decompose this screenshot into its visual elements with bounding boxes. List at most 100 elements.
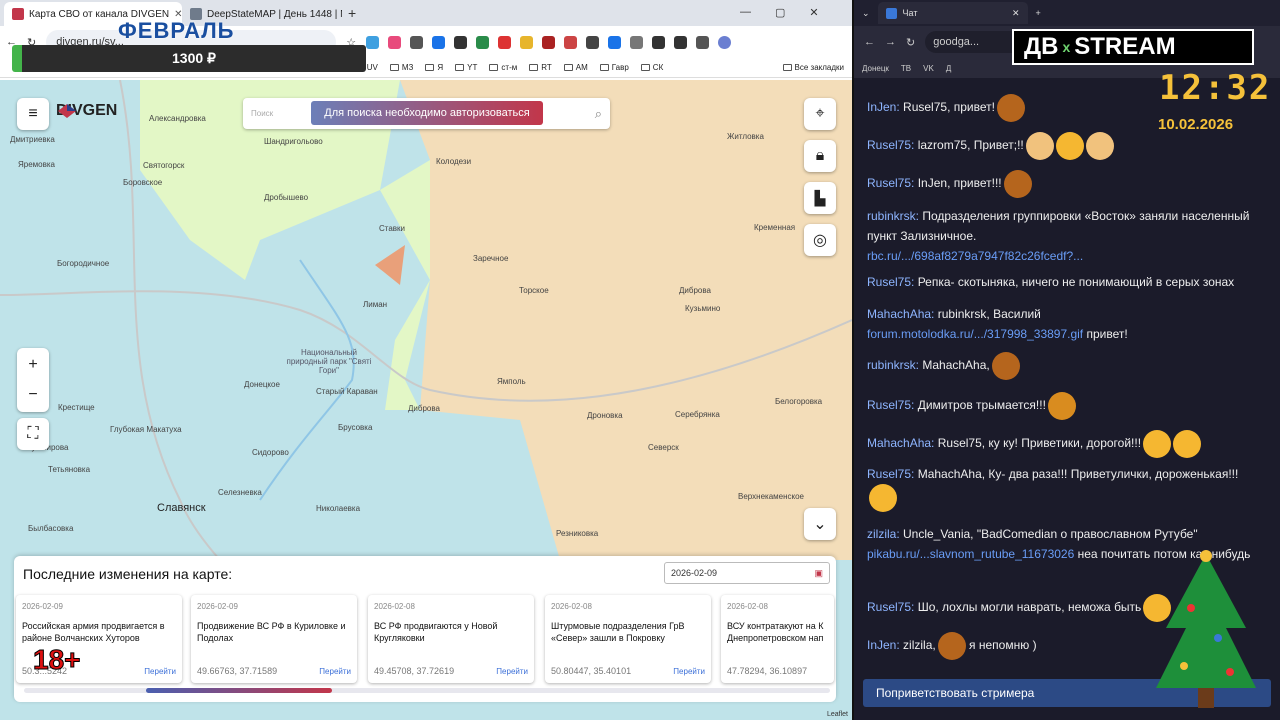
expand-panel-button[interactable]: ⌄ — [804, 508, 836, 540]
bookmark[interactable]: АМ — [563, 63, 588, 72]
map-view[interactable]: Александровка Дмитриевка Шандригольово К… — [0, 80, 852, 720]
stream-clock: 12:32 — [1159, 68, 1272, 108]
all-bookmarks[interactable]: Все закладки — [782, 63, 844, 72]
maximize-icon[interactable]: ▢ — [775, 6, 785, 19]
bookmark[interactable]: МЗ — [389, 63, 413, 72]
bookmark[interactable]: VK — [923, 64, 934, 73]
back-icon[interactable]: ← — [864, 36, 875, 48]
bookmark[interactable]: Гавр — [599, 63, 629, 72]
divgen-logo-icon — [58, 104, 76, 118]
reload-icon[interactable]: ↻ — [906, 36, 915, 49]
christmas-tree-icon — [1156, 550, 1256, 708]
chat-link[interactable]: pikabu.ru/...slavnom_rutube_11673026 — [867, 547, 1074, 561]
card-date: 2026-02-08 — [374, 602, 415, 611]
chat-username[interactable]: Rusel75: — [867, 600, 914, 614]
fullscreen-button[interactable]: ⛶ — [17, 418, 49, 450]
extension-icon[interactable] — [608, 35, 622, 49]
horizontal-scrollbar[interactable] — [24, 688, 830, 693]
chat-username[interactable]: Rusel75: — [867, 398, 914, 412]
chat-username[interactable]: zilzila: — [867, 527, 900, 541]
chat-text: MahachAha, Ку- два раза!!! Приветулички,… — [914, 467, 1239, 481]
auth-required-button[interactable]: Для поиска необходимо авторизоваться — [311, 101, 543, 125]
extension-icon[interactable] — [498, 35, 512, 49]
zoom-out-button[interactable]: − — [28, 386, 37, 404]
chat-username[interactable]: rubinkrsk: — [867, 209, 919, 223]
scrollbar-thumb[interactable] — [146, 688, 332, 693]
emoji-icon — [991, 352, 1020, 380]
target-button[interactable]: ◎ — [804, 224, 836, 256]
search-icon[interactable]: ⌕ — [595, 106, 602, 122]
chat-username[interactable]: Rusel75: — [867, 467, 914, 481]
chat-username[interactable]: Rusel75: — [867, 176, 914, 190]
change-card[interactable]: 2026-02-08 Штурмовые подразделения ГрВ «… — [545, 595, 711, 683]
bookmark[interactable]: Я — [425, 63, 443, 72]
puzzle-icon[interactable] — [630, 35, 644, 49]
extension-icon[interactable] — [542, 35, 556, 49]
ruler-button[interactable]: ▙ — [804, 182, 836, 214]
attribution[interactable]: Leaflet — [827, 711, 848, 718]
chat-username[interactable]: InJen: — [867, 100, 900, 114]
card-go-link[interactable]: Перейти — [496, 667, 528, 676]
changes-panel: Последние изменения на карте: 2026-02-09… — [14, 556, 836, 702]
bookmark[interactable]: Донецк — [862, 64, 889, 73]
date-picker[interactable]: 2026-02-09 ▣ — [664, 562, 830, 584]
extension-icon[interactable] — [432, 35, 446, 49]
card-go-link[interactable]: Перейти — [673, 667, 705, 676]
emoji-icon — [1025, 132, 1054, 160]
lock-button[interactable]: 🔒︎ — [804, 140, 836, 172]
goodgame-favicon — [885, 7, 897, 19]
chat-username[interactable]: MahachAha: — [867, 307, 934, 321]
bookmark[interactable]: YT — [455, 63, 477, 72]
bookmark[interactable]: ТВ — [901, 64, 911, 73]
tab-chat[interactable]: Чат ✕ — [877, 2, 1028, 24]
extension-icon[interactable] — [674, 35, 688, 49]
new-tab-icon[interactable]: + — [348, 5, 356, 21]
extension-icon[interactable] — [454, 35, 468, 49]
bookmark[interactable]: ст-м — [489, 63, 517, 72]
chat-username[interactable]: Rusel75: — [867, 138, 914, 152]
bookmark[interactable]: Д — [946, 64, 951, 73]
place-label: Александровка — [149, 114, 206, 123]
chat-text: lazrom75, Привет;!! — [914, 138, 1024, 153]
location-button[interactable]: ⌖ — [804, 98, 836, 130]
change-card[interactable]: 2026-02-08 ВС РФ продвигаются у Новой Кр… — [368, 595, 534, 683]
chat-text: Uncle_Vania, "BadComedian о православном… — [899, 527, 1198, 541]
tab-menu-icon[interactable]: ⌄ — [862, 8, 870, 19]
extension-icon[interactable] — [388, 35, 402, 49]
extension-icon[interactable] — [366, 35, 380, 49]
bookmark[interactable]: RT — [529, 63, 552, 72]
brand-right: STREAM — [1074, 33, 1176, 60]
change-card[interactable]: 2026-02-08 ВСУ контратакуют на К Днепроп… — [721, 595, 834, 683]
extension-icon[interactable] — [476, 35, 490, 49]
minimize-icon[interactable]: — — [740, 6, 751, 19]
zoom-in-button[interactable]: + — [28, 356, 37, 374]
menu-button[interactable]: ≡ — [17, 98, 49, 130]
month-overlay: ФЕВРАЛЬ — [118, 18, 235, 43]
calendar-icon[interactable]: ▣ — [814, 568, 823, 579]
place-label: Тетьяновка — [48, 465, 91, 474]
new-tab-icon[interactable]: + — [1036, 8, 1041, 18]
forward-icon[interactable]: → — [885, 36, 896, 48]
chat-username[interactable]: InJen: — [867, 638, 900, 652]
extension-icon[interactable] — [564, 35, 578, 49]
extension-icon[interactable] — [652, 35, 666, 49]
extension-icon[interactable] — [520, 35, 534, 49]
close-window-icon[interactable]: ✕ — [809, 6, 818, 19]
fullscreen-icon: ⛶ — [27, 425, 39, 442]
card-go-link[interactable]: Перейти — [144, 667, 176, 676]
chat-message: rubinkrsk: MahachAha, — [867, 352, 1267, 380]
close-icon[interactable]: ✕ — [1012, 8, 1020, 19]
extension-icon[interactable] — [696, 35, 710, 49]
extension-icon[interactable] — [410, 35, 424, 49]
chat-link[interactable]: forum.motolodka.ru/.../317998_33897.gif — [867, 327, 1083, 341]
search-box[interactable]: Поиск Для поиска необходимо авторизовать… — [243, 98, 610, 129]
chat-username[interactable]: MahachAha: — [867, 436, 934, 450]
extension-icon[interactable] — [586, 35, 600, 49]
bookmark[interactable]: СК — [640, 63, 663, 72]
card-go-link[interactable]: Перейти — [319, 667, 351, 676]
chat-username[interactable]: Rusel75: — [867, 275, 914, 289]
change-card[interactable]: 2026-02-09 Продвижение ВС РФ в Куриловке… — [191, 595, 357, 683]
chat-username[interactable]: rubinkrsk: — [867, 358, 919, 372]
chat-link[interactable]: rbc.ru/.../698af8279a7947f82c26fcedf?... — [867, 249, 1083, 263]
profile-avatar[interactable] — [718, 35, 732, 49]
